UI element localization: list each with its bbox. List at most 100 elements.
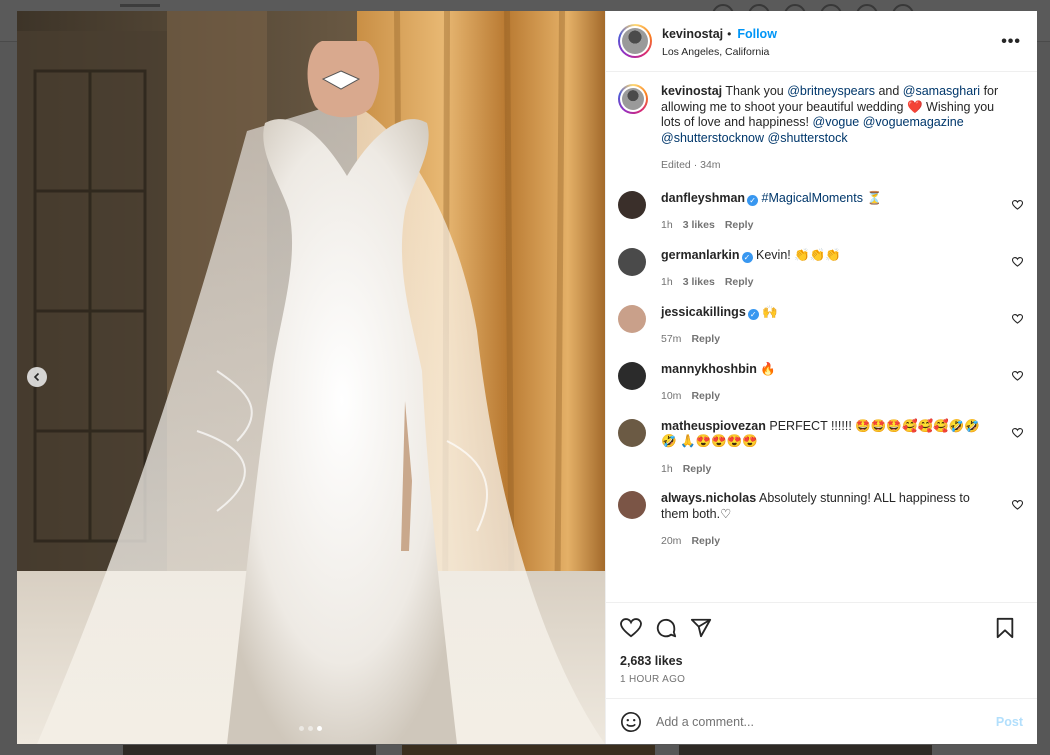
comment-time[interactable]: 1h xyxy=(661,463,673,475)
hashtag-link[interactable]: #MagicalMoments xyxy=(762,191,863,205)
commenter-avatar[interactable] xyxy=(618,418,646,447)
comment-time[interactable]: 1h xyxy=(661,219,673,231)
carousel-dot xyxy=(299,726,304,731)
carousel-dots xyxy=(299,726,322,731)
author-avatar[interactable] xyxy=(618,84,648,114)
carousel-dot xyxy=(308,726,313,731)
comment-icon xyxy=(656,618,677,637)
comment-time[interactable]: 10m xyxy=(661,390,681,402)
background-thumbnail xyxy=(402,745,655,755)
caption-text: Thank you xyxy=(725,84,788,98)
post-photo[interactable] xyxy=(17,11,605,744)
comment-row: matheuspiovezan PERFECT !!!!!! 🤩🤩🤩🥰🥰🥰🤣🤣🤣… xyxy=(618,418,1024,478)
background-thumbnail xyxy=(679,745,932,755)
verified-badge-icon: ✓ xyxy=(741,251,753,263)
heart-icon xyxy=(1011,256,1024,267)
chevron-left-icon xyxy=(33,372,40,382)
comment-row: mannykhoshbin 🔥 10m Reply xyxy=(618,361,1024,405)
comment-emoji: 👏👏👏 xyxy=(794,247,841,262)
heart-icon xyxy=(1011,499,1024,510)
save-button[interactable] xyxy=(992,615,1018,641)
verified-badge-icon: ✓ xyxy=(747,194,759,206)
carousel-dot-active xyxy=(317,726,322,731)
separator-dot: • xyxy=(727,26,732,41)
commenter-username[interactable]: germanlarkin xyxy=(661,248,740,262)
like-comment-button[interactable] xyxy=(1011,427,1024,441)
comment-time[interactable]: 20m xyxy=(661,535,681,547)
caption: kevinostaj Thank you @britneyspears and … xyxy=(618,84,1023,174)
mention-link[interactable]: @shutterstocknow xyxy=(661,131,764,145)
heart-icon xyxy=(620,617,642,637)
commenter-avatar[interactable] xyxy=(618,304,646,333)
comment-button[interactable] xyxy=(653,615,679,641)
comment-emoji: ♡ xyxy=(720,506,732,521)
comment-emoji: 🙌 xyxy=(762,304,778,319)
like-comment-button[interactable] xyxy=(1011,313,1024,327)
comment-likes[interactable]: 3 likes xyxy=(683,276,715,288)
commenter-username[interactable]: mannykhoshbin xyxy=(661,362,757,376)
like-comment-button[interactable] xyxy=(1011,199,1024,213)
mention-link[interactable]: @shutterstock xyxy=(768,131,848,145)
comment-likes[interactable]: 3 likes xyxy=(683,219,715,231)
mention-link[interactable]: @vogue xyxy=(813,115,860,129)
reply-button[interactable]: Reply xyxy=(683,463,712,475)
wedding-dress-image xyxy=(17,11,605,744)
commenter-username[interactable]: matheuspiovezan xyxy=(661,419,766,433)
comment-time[interactable]: 57m xyxy=(661,333,681,345)
comment-row: germanlarkin ✓ Kevin! 👏👏👏 1h 3 likes Reply xyxy=(618,247,1024,291)
like-comment-button[interactable] xyxy=(1011,499,1024,513)
commenter-avatar[interactable] xyxy=(618,491,646,519)
post-header: kevinostaj • Follow Los Angeles, Californi… xyxy=(606,11,1037,72)
comment-row: always.nicholas Absolutely stunning! ALL… xyxy=(618,491,1024,550)
red-heart-emoji: ❤️ xyxy=(906,99,923,114)
commenter-username[interactable]: always.nicholas xyxy=(661,491,756,505)
comment-emoji: 🔥 xyxy=(760,361,776,376)
mention-link[interactable]: @samasghari xyxy=(903,84,980,98)
comment-input[interactable] xyxy=(656,714,996,729)
post-side-panel: kevinostaj • Follow Los Angeles, Californi… xyxy=(605,11,1037,744)
mention-link[interactable]: @britneyspears xyxy=(787,84,875,98)
posted-time: 1 HOUR AGO xyxy=(620,674,686,685)
comment-emoji: ⏳ xyxy=(862,190,883,205)
post-location[interactable]: Los Angeles, California xyxy=(662,46,777,58)
commenter-username[interactable]: danfleyshman xyxy=(661,191,745,205)
heart-icon xyxy=(1011,370,1024,381)
commenter-avatar[interactable] xyxy=(618,361,646,390)
verified-badge-icon: ✓ xyxy=(747,308,759,320)
heart-icon xyxy=(1011,427,1024,438)
bookmark-icon xyxy=(996,617,1014,638)
comment-time[interactable]: 1h xyxy=(661,276,673,288)
smiley-icon[interactable] xyxy=(620,711,642,733)
like-comment-button[interactable] xyxy=(1011,256,1024,270)
follow-button[interactable]: Follow xyxy=(737,27,777,41)
post-actions xyxy=(606,602,1037,652)
reply-button[interactable]: Reply xyxy=(725,219,754,231)
comments-list[interactable]: kevinostaj Thank you @britneyspears and … xyxy=(606,72,1037,602)
reply-button[interactable]: Reply xyxy=(725,276,754,288)
reply-button[interactable]: Reply xyxy=(691,535,720,547)
reply-button[interactable]: Reply xyxy=(691,390,720,402)
comment-text: Kevin! xyxy=(756,247,795,262)
caption-username[interactable]: kevinostaj xyxy=(661,84,722,98)
share-button[interactable] xyxy=(688,615,714,641)
heart-icon xyxy=(1011,199,1024,210)
mention-link[interactable]: @voguemagazine xyxy=(863,115,964,129)
comment-text: PERFECT !!!!!! xyxy=(769,418,856,433)
heart-icon xyxy=(1011,313,1024,324)
commenter-avatar[interactable] xyxy=(618,247,646,276)
previous-photo-button[interactable] xyxy=(27,367,47,387)
commenter-avatar[interactable] xyxy=(618,190,646,219)
likes-count[interactable]: 2,683 likes xyxy=(606,654,1037,668)
add-comment-bar: Post xyxy=(606,698,1037,744)
edited-time: Edited · 34m xyxy=(661,159,721,171)
like-comment-button[interactable] xyxy=(1011,370,1024,384)
background-thumbnail xyxy=(123,745,376,755)
author-username[interactable]: kevinostaj xyxy=(662,27,723,41)
commenter-username[interactable]: jessicakillings xyxy=(661,305,746,319)
comment-row: danfleyshman ✓ #MagicalMoments ⏳ 1h 3 likes… xyxy=(618,190,1024,234)
author-avatar[interactable] xyxy=(618,24,652,58)
post-comment-button[interactable]: Post xyxy=(996,715,1023,729)
reply-button[interactable]: Reply xyxy=(691,333,720,345)
more-options-icon[interactable]: ••• xyxy=(1001,33,1021,51)
like-button[interactable] xyxy=(618,615,644,641)
